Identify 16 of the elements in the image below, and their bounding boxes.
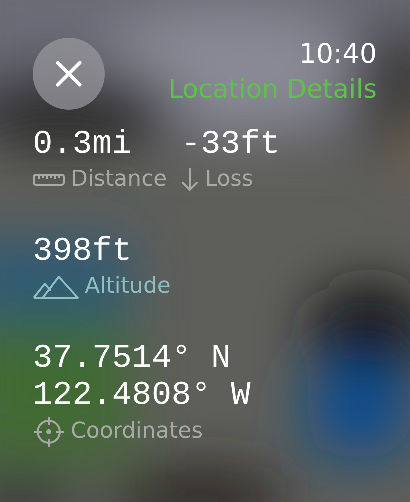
close-icon — [55, 60, 83, 88]
ruler-icon — [33, 173, 65, 187]
mountains-icon — [33, 275, 79, 299]
metric-value: 0.3mi — [33, 126, 134, 163]
metric-label: Altitude — [85, 273, 171, 301]
clock-time: 10:40 — [299, 38, 377, 72]
metric-value: -33ft — [181, 126, 280, 163]
metric-label: Loss — [205, 166, 254, 194]
metric-label: Coordinates — [71, 418, 204, 446]
metric-value: 37.7514° N — [33, 340, 232, 377]
metric-label: Distance — [71, 166, 168, 194]
metric-value: 122.4808° W — [33, 377, 251, 414]
screen-title: Location Details — [168, 74, 377, 107]
crosshair-icon — [33, 416, 65, 448]
metric-value: 398ft — [33, 233, 134, 270]
down-arrow-icon — [181, 167, 200, 193]
